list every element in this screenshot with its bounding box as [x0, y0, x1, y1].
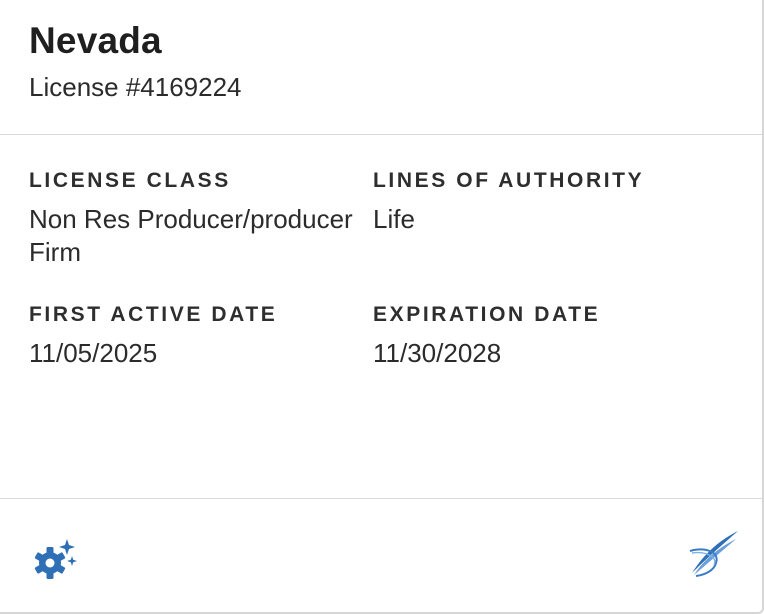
lines-of-authority-field: LINES OF AUTHORITY Life — [373, 168, 703, 236]
first-active-date-label: FIRST ACTIVE DATE — [29, 303, 278, 326]
lines-of-authority-value: Life — [373, 204, 415, 234]
card-header: Nevada License #4169224 — [0, 0, 762, 135]
first-active-date-field: FIRST ACTIVE DATE 11/05/2025 — [29, 302, 359, 370]
license-card: Nevada License #4169224 LICENSE CLASS No… — [0, 0, 764, 614]
lines-of-authority-label: LINES OF AUTHORITY — [373, 169, 645, 192]
expiration-date-label: EXPIRATION DATE — [373, 303, 601, 326]
state-name: Nevada — [29, 20, 162, 61]
card-footer — [0, 498, 762, 613]
swoosh-logo-icon — [689, 531, 738, 577]
first-active-date-value: 11/05/2025 — [29, 338, 158, 368]
expiration-date-value: 11/30/2028 — [373, 338, 502, 368]
gear-sparkle-button[interactable] — [30, 537, 78, 581]
expiration-date-field: EXPIRATION DATE 11/30/2028 — [373, 302, 703, 370]
brand-logo — [686, 529, 742, 579]
license-class-field: LICENSE CLASS Non Res Producer/producer … — [29, 168, 359, 269]
gear-sparkle-icon — [34, 539, 77, 579]
license-number: License #4169224 — [29, 72, 242, 102]
license-class-value: Non Res Producer/producer Firm — [29, 204, 353, 267]
license-class-label: LICENSE CLASS — [29, 169, 231, 192]
